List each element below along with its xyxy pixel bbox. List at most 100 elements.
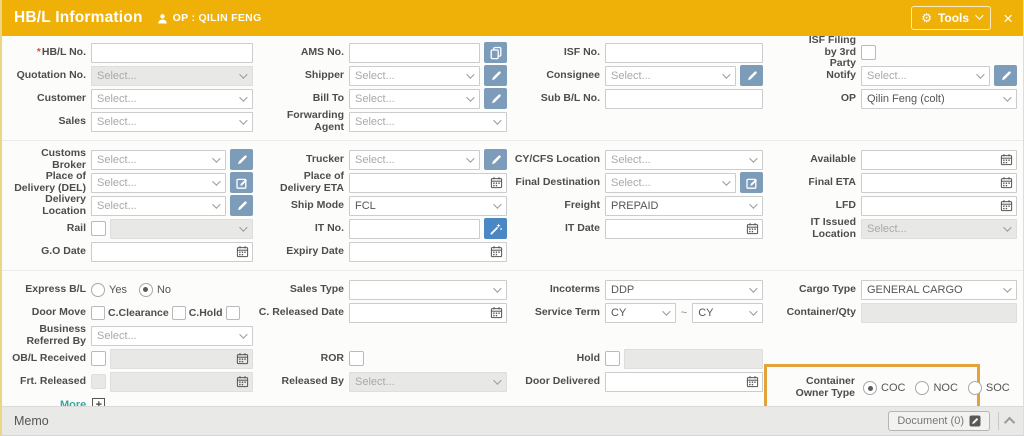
page-title: HB/L Information xyxy=(14,9,143,27)
bill-to-select[interactable]: Select... xyxy=(349,89,480,109)
c-hold-checkbox[interactable] xyxy=(226,306,240,320)
service-term-separator: ~ xyxy=(681,307,687,319)
notify-edit-button[interactable] xyxy=(994,65,1017,86)
pencil-icon xyxy=(235,199,249,213)
forwarding-agent-label: Forwarding Agent xyxy=(258,110,344,133)
place-of-delivery-del-edit-button[interactable] xyxy=(230,172,253,193)
more-link[interactable]: More + xyxy=(60,398,105,406)
go-date[interactable] xyxy=(91,242,253,262)
op-select[interactable]: Qilin Feng (colt) xyxy=(861,89,1017,109)
hold-input xyxy=(624,349,763,369)
sales-select[interactable]: Select... xyxy=(91,112,253,132)
service-term-to-select[interactable]: CY xyxy=(692,303,763,323)
door-delivered-date[interactable] xyxy=(605,372,763,392)
noc-radio[interactable]: NOC xyxy=(915,381,957,395)
ship-mode-select[interactable]: FCL xyxy=(349,196,507,216)
c-clearance-checkbox[interactable] xyxy=(172,306,186,320)
expiry-date[interactable] xyxy=(349,242,507,262)
ams-copy-button[interactable] xyxy=(484,42,507,63)
it-no-label: IT No. xyxy=(258,217,344,240)
final-eta-label: Final ETA xyxy=(768,171,856,194)
express-bl-yes-radio[interactable]: Yes xyxy=(91,283,127,297)
business-referred-by-label: Business Referred By xyxy=(8,324,86,347)
it-no-wand-button[interactable] xyxy=(484,218,507,239)
service-term-from-select[interactable]: CY xyxy=(605,303,676,323)
sub-bl-no-input[interactable] xyxy=(605,89,763,109)
customer-select[interactable]: Select... xyxy=(91,89,253,109)
sales-type-select[interactable] xyxy=(349,280,507,300)
ams-no-label: AMS No. xyxy=(258,41,344,64)
place-of-delivery-eta-date[interactable] xyxy=(349,173,507,193)
trucker-label: Trucker xyxy=(258,148,344,171)
coc-radio[interactable]: COC xyxy=(863,381,905,395)
lfd-label: LFD xyxy=(768,194,856,217)
more-label: More xyxy=(60,399,86,407)
container-owner-type-highlight: Container Owner Type COC NOC SOC xyxy=(764,364,980,406)
cargo-type-select[interactable]: GENERAL CARGO xyxy=(861,280,1017,300)
customs-broker-select[interactable]: Select... xyxy=(91,150,226,170)
service-term-label: Service Term xyxy=(512,301,600,324)
delivery-location-select[interactable]: Select... xyxy=(91,196,226,216)
door-move-label: Door Move xyxy=(8,301,86,324)
cargo-type-label: Cargo Type xyxy=(768,278,856,301)
express-bl-no-radio[interactable]: No xyxy=(139,283,171,297)
trucker-select[interactable]: Select... xyxy=(349,150,480,170)
document-edit-icon xyxy=(969,415,981,427)
isf-filing-checkbox[interactable] xyxy=(861,45,876,60)
hbl-no-input[interactable] xyxy=(91,43,253,63)
lfd-date[interactable] xyxy=(861,196,1017,216)
final-eta-date[interactable] xyxy=(861,173,1017,193)
memo-bar: Memo Document (0) xyxy=(2,406,1023,435)
customs-broker-label: Customs Broker xyxy=(8,148,86,171)
notify-select[interactable]: Select... xyxy=(861,66,990,86)
ams-no-input[interactable] xyxy=(349,43,480,63)
go-date-label: G.O Date xyxy=(8,240,86,263)
freight-select[interactable]: PREPAID xyxy=(605,196,763,216)
hold-checkbox[interactable] xyxy=(605,351,620,366)
place-of-delivery-del-select[interactable]: Select... xyxy=(91,173,226,193)
isf-no-input[interactable] xyxy=(605,43,763,63)
forwarding-agent-select[interactable]: Select... xyxy=(349,112,507,132)
rail-checkbox[interactable] xyxy=(91,221,106,236)
freight-label: Freight xyxy=(512,194,600,217)
section-terms: Express B/L Yes No Sales Type Incoterms … xyxy=(2,278,1023,406)
incoterms-label: Incoterms xyxy=(512,278,600,301)
delivery-location-edit-button[interactable] xyxy=(230,195,253,216)
available-date[interactable] xyxy=(861,150,1017,170)
business-referred-by-select[interactable]: Select... xyxy=(91,326,253,346)
it-issued-location-select: Select... xyxy=(861,219,1017,239)
it-no-input[interactable] xyxy=(349,219,480,239)
frt-released-label: Frt. Released xyxy=(8,370,86,393)
obl-received-checkbox[interactable] xyxy=(91,351,106,366)
final-destination-select[interactable]: Select... xyxy=(605,173,736,193)
shipper-select[interactable]: Select... xyxy=(349,66,480,86)
consignee-select[interactable]: Select... xyxy=(605,66,736,86)
pencil-square-icon xyxy=(745,176,759,190)
it-date[interactable] xyxy=(605,219,763,239)
chevron-up-icon[interactable] xyxy=(1004,417,1015,428)
consignee-edit-button[interactable] xyxy=(740,65,763,86)
bill-to-edit-button[interactable] xyxy=(484,88,507,109)
tools-button-label: Tools xyxy=(938,11,969,25)
released-by-select: Select... xyxy=(349,372,507,392)
trucker-edit-button[interactable] xyxy=(484,149,507,170)
door-move-checkbox[interactable] xyxy=(91,306,105,320)
c-released-date[interactable] xyxy=(349,303,507,323)
cycfs-location-select[interactable]: Select... xyxy=(605,150,763,170)
incoterms-select[interactable]: DDP xyxy=(605,280,763,300)
customs-broker-edit-button[interactable] xyxy=(230,149,253,170)
pencil-square-icon xyxy=(235,176,249,190)
released-by-label: Released By xyxy=(258,370,344,393)
document-button[interactable]: Document (0) xyxy=(888,411,990,431)
place-of-delivery-eta-label: Place of Delivery ETA xyxy=(258,171,344,194)
shipper-edit-button[interactable] xyxy=(484,65,507,86)
tools-button[interactable]: ⚙ Tools xyxy=(911,6,991,30)
pencil-icon xyxy=(745,69,759,83)
close-icon[interactable]: × xyxy=(1003,10,1013,27)
final-destination-edit-button[interactable] xyxy=(740,172,763,193)
obl-received-date xyxy=(110,349,253,369)
ror-checkbox[interactable] xyxy=(349,351,364,366)
soc-radio[interactable]: SOC xyxy=(968,381,1010,395)
c-hold-label: C.Hold xyxy=(189,307,223,319)
rail-select xyxy=(110,219,253,239)
